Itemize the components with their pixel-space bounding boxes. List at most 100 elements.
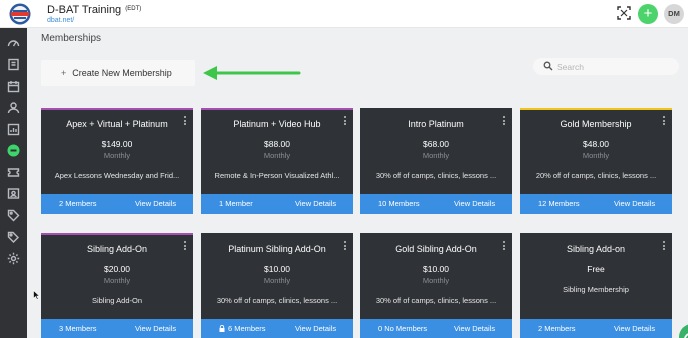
search-field[interactable] (533, 58, 679, 75)
report-icon[interactable] (7, 123, 20, 136)
card-title: Platinum Sibling Add-On (228, 244, 326, 254)
membership-card[interactable]: Platinum Sibling Add-On $10.00 Monthly 3… (201, 233, 353, 338)
view-details-link[interactable]: View Details (454, 194, 495, 214)
more-options-icon[interactable] (661, 116, 667, 126)
dbat-icon[interactable] (7, 144, 20, 157)
card-title: Sibling Add-on (566, 244, 626, 254)
gear-icon[interactable] (7, 252, 20, 265)
more-options-icon[interactable] (182, 116, 188, 126)
top-bar: D-BAT Training (EDT) dbat.net/ + DM (0, 0, 688, 28)
card-description: Apex Lessons Wednesday and Frid... (54, 171, 180, 180)
card-title: Gold Sibling Add-On (395, 244, 477, 254)
ticket-icon[interactable] (7, 166, 20, 179)
card-price: $149.00 (101, 139, 133, 149)
membership-card[interactable]: Gold Membership $48.00 Monthly 20% off o… (520, 108, 672, 214)
card-footer: 2 Members View Details (41, 194, 193, 214)
card-title: Gold Membership (560, 119, 632, 129)
members-link[interactable]: 6 Members (219, 319, 266, 338)
create-membership-button[interactable]: + Create New Membership (41, 60, 195, 86)
card-footer: 1 Member View Details (201, 194, 353, 214)
avatar[interactable]: DM (664, 4, 684, 24)
more-options-icon[interactable] (182, 241, 188, 251)
view-details-link[interactable]: View Details (295, 194, 336, 214)
id-card-icon[interactable] (7, 187, 20, 200)
more-options-icon[interactable] (501, 116, 507, 126)
view-details-link[interactable]: View Details (295, 319, 336, 338)
card-price: $68.00 (423, 139, 449, 149)
arrow-annotation (203, 66, 301, 80)
card-footer: 3 Members View Details (41, 319, 193, 338)
card-period: Monthly (422, 151, 450, 160)
card-title: Sibling Add-On (86, 244, 148, 254)
view-details-link[interactable]: View Details (135, 194, 176, 214)
membership-card[interactable]: Intro Platinum $68.00 Monthly 30% off of… (360, 108, 512, 214)
card-description: Remote & In-Person Visualized Athl... (214, 171, 340, 180)
card-footer: 6 Members View Details (201, 319, 353, 338)
card-period: Monthly (263, 151, 291, 160)
card-description: Sibling Membership (563, 285, 629, 294)
search-input[interactable] (557, 59, 669, 74)
membership-card[interactable]: Apex + Virtual + Platinum $149.00 Monthl… (41, 108, 193, 214)
view-details-link[interactable]: View Details (614, 319, 655, 338)
logo-icon[interactable] (6, 2, 34, 26)
card-description: 30% off of camps, clinics, lessons ... (216, 296, 338, 305)
search-icon (543, 61, 553, 71)
card-price: Free (587, 264, 605, 274)
card-description: Sibling Add-On (91, 296, 143, 305)
members-link[interactable]: 2 Members (538, 319, 576, 338)
calendar-icon[interactable] (7, 80, 20, 93)
card-title: Apex + Virtual + Platinum (66, 119, 168, 129)
card-price: $10.00 (264, 264, 290, 274)
more-options-icon[interactable] (501, 241, 507, 251)
card-title: Platinum + Video Hub (233, 119, 321, 129)
members-link[interactable]: 1 Member (219, 194, 253, 214)
card-footer: 2 Members View Details (520, 319, 672, 338)
app-title: D-BAT Training (EDT) (47, 4, 142, 16)
whistle-icon (684, 333, 688, 338)
dashboard-icon[interactable] (7, 37, 20, 50)
members-link[interactable]: 12 Members (538, 194, 580, 214)
card-price: $48.00 (583, 139, 609, 149)
site-url-link[interactable]: dbat.net/ (47, 16, 141, 25)
members-link[interactable]: 0 No Members (378, 319, 427, 338)
members-label: 6 Members (228, 324, 266, 333)
view-details-link[interactable]: View Details (614, 194, 655, 214)
card-price: $88.00 (264, 139, 290, 149)
card-description: 20% off of camps, clinics, lessons ... (535, 171, 657, 180)
qr-scan-icon[interactable] (617, 6, 631, 20)
help-chat-button[interactable] (679, 324, 688, 338)
membership-card[interactable]: Gold Sibling Add-On $10.00 Monthly 30% o… (360, 233, 512, 338)
view-details-link[interactable]: View Details (135, 319, 176, 338)
card-price: $20.00 (104, 264, 130, 274)
card-description: 30% off of camps, clinics, lessons ... (375, 296, 497, 305)
card-title: Intro Platinum (408, 119, 464, 129)
view-details-link[interactable]: View Details (454, 319, 495, 338)
members-link[interactable]: 3 Members (59, 319, 97, 338)
book-icon[interactable] (7, 58, 20, 71)
membership-card[interactable]: Sibling Add-on Free Sibling Membership 2… (520, 233, 672, 338)
create-membership-label: Create New Membership (72, 68, 172, 78)
more-options-icon[interactable] (342, 116, 348, 126)
card-footer: 10 Members View Details (360, 194, 512, 214)
card-footer: 0 No Members View Details (360, 319, 512, 338)
members-link[interactable]: 10 Members (378, 194, 420, 214)
users-icon[interactable] (7, 101, 20, 114)
more-options-icon[interactable] (661, 241, 667, 251)
mouse-cursor-icon (33, 290, 40, 300)
card-footer: 12 Members View Details (520, 194, 672, 214)
members-link[interactable]: 2 Members (59, 194, 97, 214)
timezone-label: (EDT) (125, 6, 142, 12)
more-options-icon[interactable] (342, 241, 348, 251)
add-button[interactable]: + (638, 4, 658, 24)
card-period: Monthly (582, 151, 610, 160)
membership-card[interactable]: Sibling Add-On $20.00 Monthly Sibling Ad… (41, 233, 193, 338)
card-period: Monthly (263, 276, 291, 285)
tag-icon[interactable] (7, 209, 20, 222)
card-price: $10.00 (423, 264, 449, 274)
membership-card[interactable]: Platinum + Video Hub $88.00 Monthly Remo… (201, 108, 353, 214)
lock-icon (219, 325, 225, 332)
tags-icon[interactable] (7, 231, 20, 244)
plus-icon: + (61, 68, 67, 78)
card-period: Monthly (103, 276, 131, 285)
main-content: Memberships + Create New Membership Apex … (27, 28, 688, 338)
